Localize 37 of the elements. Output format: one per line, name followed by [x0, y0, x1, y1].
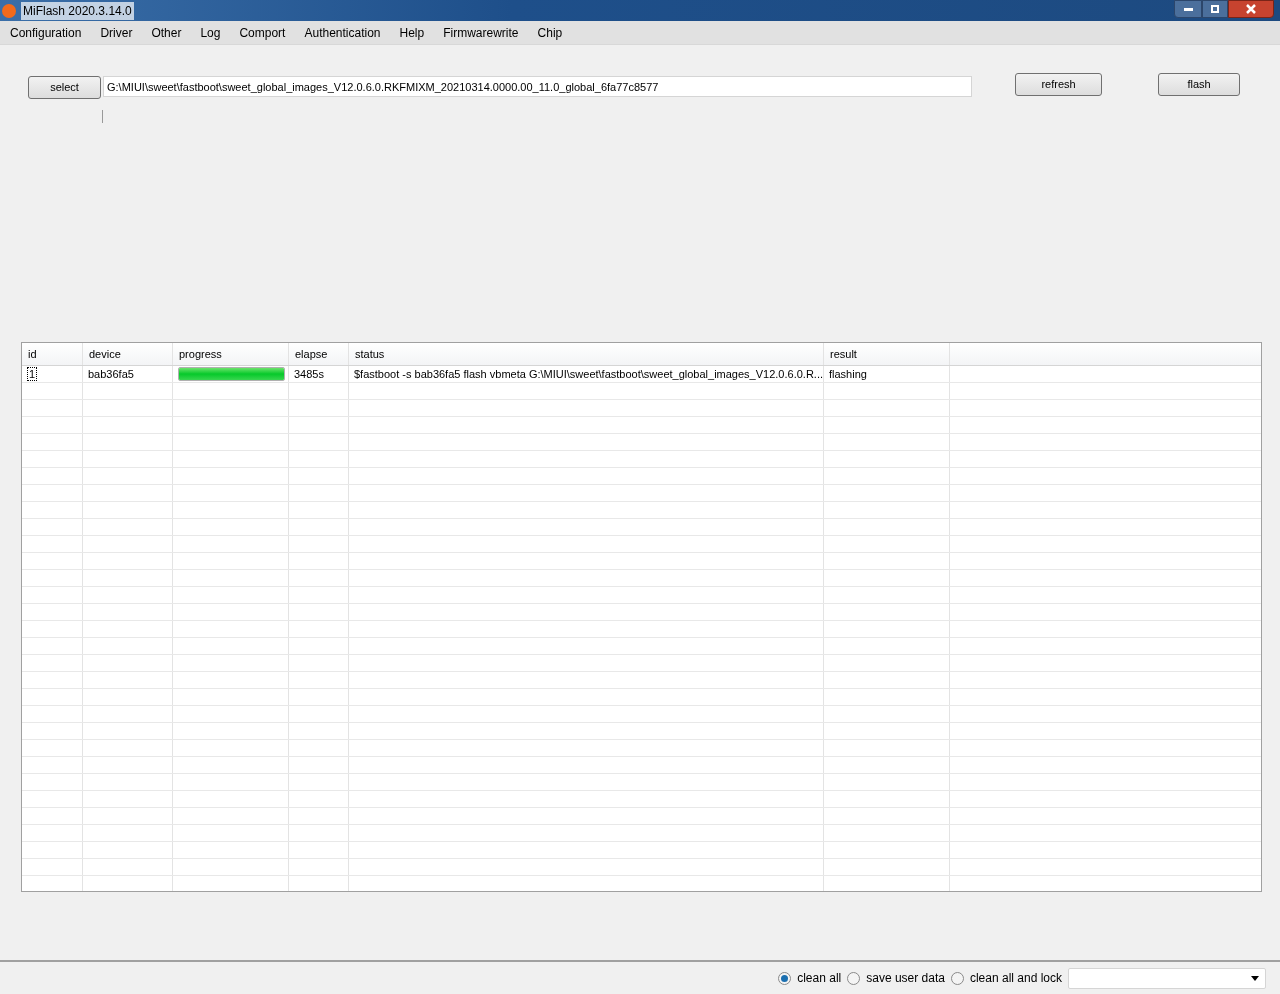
- window-title: MiFlash 2020.3.14.0: [21, 1, 134, 20]
- menu-item[interactable]: Configuration: [10, 23, 82, 42]
- menu-item[interactable]: Authentication: [304, 23, 381, 42]
- table-cell: flashing: [824, 366, 950, 382]
- column-header[interactable]: elapse: [289, 343, 349, 365]
- radio-label[interactable]: clean all: [797, 969, 842, 987]
- table-cell: 3485s: [289, 366, 349, 382]
- column-header[interactable]: device: [83, 343, 173, 365]
- radio-label[interactable]: clean all and lock: [969, 969, 1062, 987]
- menu-item[interactable]: Chip: [537, 23, 563, 42]
- flash-button[interactable]: flash: [1158, 73, 1240, 96]
- close-icon: [1246, 4, 1256, 14]
- refresh-button[interactable]: refresh: [1015, 73, 1102, 96]
- radio-button[interactable]: [950, 971, 964, 985]
- column-header[interactable]: progress: [173, 343, 289, 365]
- menu-item[interactable]: Driver: [100, 23, 133, 42]
- table-cell: bab36fa5: [83, 366, 173, 382]
- radio-label[interactable]: save user data: [866, 969, 945, 987]
- menu-item[interactable]: Comport: [239, 23, 286, 42]
- column-header[interactable]: status: [349, 343, 824, 365]
- table-cell: $fastboot -s bab36fa5 flash vbmeta G:\MIUI\sweet\fastboot\sweet_global_images_V12.0.6.0.R...: [349, 366, 824, 382]
- column-header[interactable]: result: [824, 343, 950, 365]
- menu-item[interactable]: Help: [399, 23, 425, 42]
- minimize-button[interactable]: [1174, 0, 1202, 18]
- menu-item[interactable]: Other: [151, 23, 182, 42]
- menu-item[interactable]: Firmwarewrite: [443, 23, 519, 42]
- select-button[interactable]: select: [28, 76, 101, 99]
- caret-icon: [1251, 975, 1259, 981]
- app-logo-icon: [2, 3, 16, 18]
- radio-button[interactable]: [847, 971, 861, 985]
- table-cell: 1: [27, 367, 38, 381]
- radio-button[interactable]: [778, 971, 792, 985]
- column-header[interactable]: id: [22, 343, 83, 365]
- close-button[interactable]: [1228, 0, 1274, 18]
- restore-button[interactable]: [1202, 0, 1228, 18]
- menu-item[interactable]: Log: [200, 23, 221, 42]
- path-field[interactable]: G:\MIUI\sweet\fastboot\sweet_global_images_V12.0.6.0.RKFMIXM_20210314.0000.00_11.0_global_6fa77c8577: [103, 76, 972, 97]
